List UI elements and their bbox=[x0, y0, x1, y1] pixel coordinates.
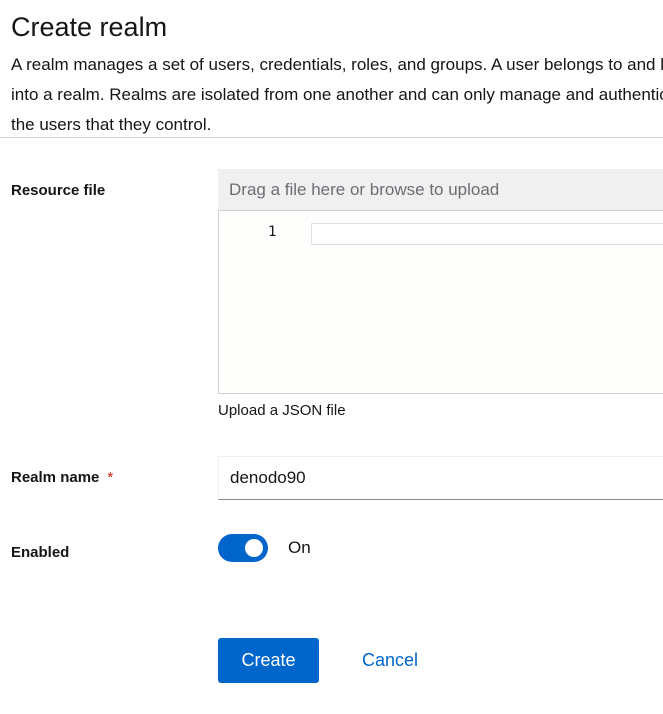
create-realm-page: Create realm A realm manages a set of us… bbox=[0, 0, 663, 714]
resource-file-label: Resource file bbox=[11, 182, 106, 199]
json-code-editor[interactable]: 1 bbox=[218, 211, 663, 394]
enabled-toggle-state: On bbox=[288, 538, 311, 557]
page-title: Create realm bbox=[11, 12, 168, 42]
page-header: Create realm A realm manages a set of us… bbox=[11, 8, 663, 140]
cancel-button[interactable]: Cancel bbox=[343, 638, 437, 683]
file-drop-zone[interactable]: Drag a file here or browse to upload bbox=[218, 169, 663, 211]
required-indicator: * bbox=[107, 469, 114, 486]
page-description: A realm manages a set of users, credenti… bbox=[11, 55, 663, 134]
toggle-knob bbox=[245, 539, 263, 557]
enabled-toggle[interactable] bbox=[218, 534, 268, 562]
realm-name-label-text: Realm name bbox=[11, 469, 100, 486]
resource-file-upload: Drag a file here or browse to upload 1 bbox=[218, 169, 663, 394]
create-button[interactable]: Create bbox=[218, 638, 319, 683]
editor-active-line[interactable] bbox=[311, 223, 663, 245]
header-divider bbox=[0, 137, 663, 138]
editor-line-number: 1 bbox=[268, 224, 277, 240]
enabled-label: Enabled bbox=[11, 544, 70, 561]
resource-file-helper-text: Upload a JSON file bbox=[218, 402, 346, 419]
realm-name-label: Realm name * bbox=[11, 469, 113, 486]
realm-name-input[interactable] bbox=[218, 456, 663, 500]
